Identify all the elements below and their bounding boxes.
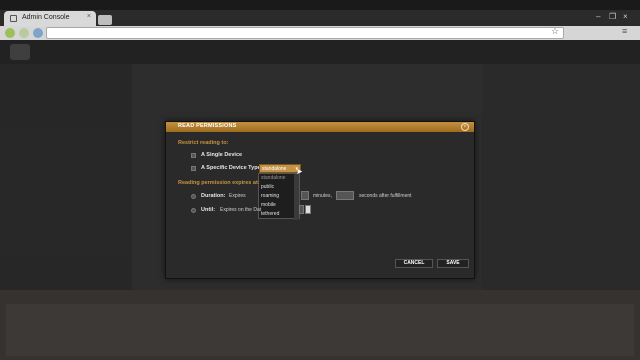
device-type-dropdown: standalone public roaming mobile tethere… — [258, 173, 300, 220]
expires-label: Reading permission expires at: — [178, 180, 260, 186]
dialog-close-icon[interactable]: × — [461, 123, 469, 131]
close-window-icon[interactable]: × — [623, 12, 628, 21]
restrict-label: Restrict reading to: — [178, 140, 229, 146]
bookmark-star-icon[interactable]: ☆ — [551, 26, 559, 37]
tab-strip — [0, 10, 640, 26]
duration-label: Duration: — [201, 193, 226, 199]
dropdown-option-standalone[interactable]: standalone — [261, 175, 285, 181]
mouse-cursor-icon: ➤ — [296, 167, 303, 176]
date-input[interactable] — [299, 205, 304, 214]
menu-icon[interactable]: ≡ — [622, 26, 627, 36]
back-icon[interactable] — [5, 28, 15, 38]
minutes-input[interactable] — [301, 191, 309, 200]
duration-radio[interactable] — [191, 194, 196, 199]
tab-title: Admin Console — [22, 14, 70, 21]
calendar-icon[interactable] — [305, 205, 311, 214]
device-type-checkbox[interactable] — [191, 166, 196, 171]
minutes-label: minutes, — [313, 193, 332, 199]
dropdown-option-mobile[interactable]: mobile — [261, 202, 276, 208]
duration-expires-text: Expires — [229, 193, 246, 199]
dropdown-option-tethered[interactable]: tethered — [261, 211, 279, 217]
address-bar[interactable] — [46, 27, 564, 39]
dialog-title: READ PERMISSIONS — [178, 123, 237, 129]
device-type-label: A Specific Device Type — [201, 165, 261, 171]
tab-close-icon[interactable]: × — [87, 13, 91, 20]
device-type-select-value: standalone — [262, 166, 287, 172]
browser-tab[interactable]: Admin Console × — [4, 11, 96, 26]
reload-icon[interactable] — [33, 28, 43, 38]
favicon-icon — [10, 15, 17, 22]
dropdown-option-public[interactable]: public — [261, 184, 274, 190]
cancel-button[interactable]: CANCEL — [395, 259, 433, 268]
new-tab-button[interactable] — [98, 15, 112, 25]
until-radio[interactable] — [191, 208, 196, 213]
dropdown-option-roaming[interactable]: roaming — [261, 193, 279, 199]
until-label: Until: — [201, 207, 216, 213]
forward-icon[interactable] — [19, 28, 29, 38]
minimize-icon[interactable]: – — [596, 12, 600, 21]
maximize-icon[interactable]: ❐ — [609, 12, 616, 21]
single-device-label: A Single Device — [201, 152, 243, 158]
single-device-checkbox[interactable] — [191, 153, 196, 158]
read-permissions-dialog: READ PERMISSIONS × Restrict reading to: … — [165, 121, 475, 279]
until-expires-text: Expires on the Dat — [220, 207, 262, 213]
device-type-select[interactable]: standalone ▾ — [259, 164, 301, 173]
save-button[interactable]: SAVE — [437, 259, 469, 268]
seconds-label: seconds after fulfillment — [359, 193, 412, 199]
browser-window: Admin Console × – ❐ × ☆ ≡ READ PERMISSIO… — [0, 0, 640, 360]
seconds-input[interactable] — [336, 191, 354, 200]
